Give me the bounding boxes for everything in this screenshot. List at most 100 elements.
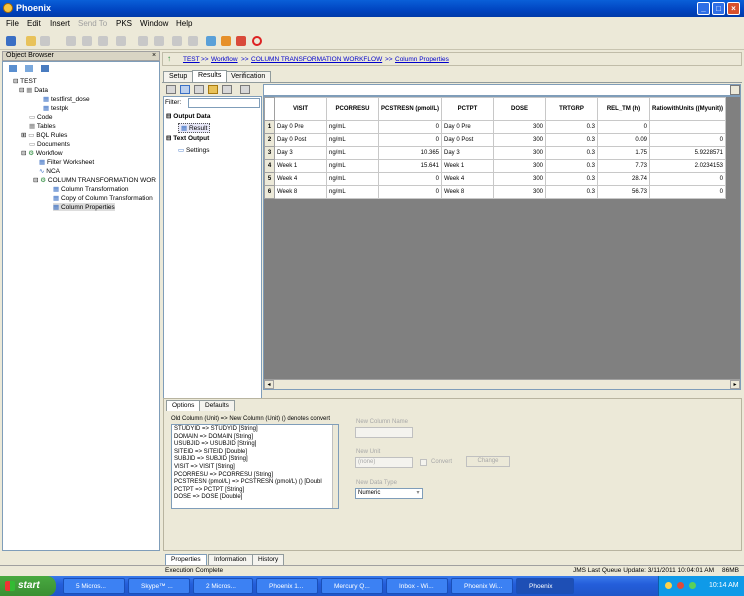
run-icon[interactable] [236, 36, 246, 46]
cell-visit[interactable]: Day 0 Post [274, 133, 327, 147]
horizontal-scrollbar[interactable]: ◂ ▸ [264, 379, 740, 389]
breadcrumb-workflow[interactable]: Workflow [211, 56, 238, 63]
cell-ratio[interactable]: 0 [649, 133, 726, 147]
menu-edit[interactable]: Edit [27, 19, 41, 28]
tree-item-testfirst-dose[interactable]: ▦ testfirst_dose [43, 95, 90, 103]
tree-item-bql-rules[interactable]: ⊞ ▭ BQL Rules [21, 131, 67, 139]
results-output-data[interactable]: ⊟ Output Data [166, 112, 210, 120]
list-item[interactable]: SUBJID => SUBJID [String] [174, 456, 336, 464]
cell-pcorresu[interactable]: ng/mL [326, 120, 379, 134]
tree-item-workflow[interactable]: ⊟ ⚙ Workflow [21, 149, 63, 157]
corner-cell[interactable] [264, 97, 275, 121]
tab-verification[interactable]: Verification [225, 71, 272, 82]
print-icon[interactable] [222, 85, 232, 94]
list-view-icon[interactable] [166, 85, 176, 94]
cell-pcorresu[interactable]: ng/mL [326, 146, 379, 160]
browser-tool-icon[interactable] [41, 65, 49, 72]
column-header[interactable]: RatiowithUnits ((Myunit)) [649, 97, 726, 121]
start-button[interactable]: start [0, 576, 56, 596]
paste-icon[interactable] [98, 36, 108, 46]
cell-rel-tm[interactable]: 0.09 [597, 133, 650, 147]
column-header[interactable]: PCTPT [441, 97, 494, 121]
redo-icon[interactable] [154, 36, 164, 46]
list-item[interactable]: PCSTRESN (pmol/L) => PCSTRESN (pmol/L) (… [174, 479, 336, 487]
tab-defaults[interactable]: Defaults [199, 400, 235, 411]
cell-dose[interactable]: 300 [493, 172, 546, 186]
print-icon[interactable] [40, 36, 50, 46]
list-item[interactable]: VISIT => VISIT [String] [174, 464, 336, 472]
cell-pcstresn[interactable]: 10.365 [378, 146, 442, 160]
cell-trtgrp[interactable]: 0.3 [545, 146, 598, 160]
copy-icon[interactable] [82, 36, 92, 46]
cell-pcstresn[interactable]: 0 [378, 185, 442, 199]
menu-help[interactable]: Help [176, 19, 192, 28]
tree-item-column-transformation[interactable]: ▦ Column Transformation [53, 185, 129, 193]
cell-ratio[interactable]: 0 [649, 172, 726, 186]
up-arrow-icon[interactable]: ↑ [167, 54, 171, 63]
row-number[interactable]: 4 [264, 159, 275, 173]
row-number[interactable]: 2 [264, 133, 275, 147]
menu-window[interactable]: Window [140, 19, 168, 28]
find-icon[interactable] [188, 36, 198, 46]
taskbar-item[interactable]: Phoenix Wi... [451, 578, 513, 594]
cell-pcstresn[interactable]: 0 [378, 133, 442, 147]
tree-item-data[interactable]: ⊟ ▦ Data [19, 86, 48, 94]
menu-file[interactable]: File [6, 19, 19, 28]
minimize-button[interactable]: _ [697, 2, 710, 15]
cell-pcstresn[interactable]: 0 [378, 172, 442, 186]
column-header[interactable]: VISIT [274, 97, 327, 121]
cell-visit[interactable]: Week 1 [274, 159, 327, 173]
cell-pcorresu[interactable]: ng/mL [326, 159, 379, 173]
cell-trtgrp[interactable]: 0.3 [545, 185, 598, 199]
delete-icon[interactable] [172, 36, 182, 46]
list-item[interactable]: DOMAIN => DOMAIN [String] [174, 434, 336, 442]
cell-pctpt[interactable]: Week 8 [441, 185, 494, 199]
cell-visit[interactable]: Week 8 [274, 185, 327, 199]
breadcrumb-test[interactable]: TEST [183, 56, 200, 63]
tab-properties[interactable]: Properties [165, 554, 207, 565]
row-number[interactable]: 3 [264, 146, 275, 160]
list-item[interactable]: SITEID => SITEID [Double] [174, 449, 336, 457]
grid-view-icon[interactable] [180, 85, 190, 94]
breadcrumb-column-transformation-workflow[interactable]: COLUMN TRANSFORMATION WORKFLOW [251, 56, 382, 63]
tree-item-tables[interactable]: ▦ Tables [29, 122, 56, 130]
cell-ratio[interactable]: 2.0234153 [649, 159, 726, 173]
execute-icon[interactable] [221, 36, 231, 46]
scroll-left-icon[interactable]: ◂ [264, 380, 274, 389]
cell-pcorresu[interactable]: ng/mL [326, 185, 379, 199]
taskbar-item[interactable]: 2 Micros... [193, 578, 253, 594]
export-icon[interactable] [208, 85, 218, 94]
row-number[interactable]: 6 [264, 185, 275, 199]
undo-icon[interactable] [138, 36, 148, 46]
tree-item-testpk[interactable]: ▦ testpk [43, 104, 68, 112]
cell-pcorresu[interactable]: ng/mL [326, 133, 379, 147]
column-header[interactable]: DOSE [493, 97, 546, 121]
cell-ratio[interactable] [649, 120, 726, 134]
taskbar-item[interactable]: Mercury Q... [321, 578, 383, 594]
close-button[interactable]: × [727, 2, 740, 15]
save-icon[interactable] [6, 36, 16, 46]
list-item[interactable]: STUDYID => STUDYID [String] [174, 426, 336, 434]
cell-pctpt[interactable]: Week 4 [441, 172, 494, 186]
cell-pctpt[interactable]: Week 1 [441, 159, 494, 173]
cell-pctpt[interactable]: Day 0 Post [441, 133, 494, 147]
list-item[interactable]: USUBJID => USUBJID [String] [174, 441, 336, 449]
cell-trtgrp[interactable]: 0.3 [545, 159, 598, 173]
breadcrumb-column-properties[interactable]: Column Properties [395, 56, 449, 63]
maximize-button[interactable]: □ [712, 2, 725, 15]
tray-icon[interactable] [677, 582, 684, 589]
cell-trtgrp[interactable]: 0.3 [545, 120, 598, 134]
menu-pks[interactable]: PKS [116, 19, 132, 28]
tree-item-filter-worksheet[interactable]: ▦ Filter Worksheet [39, 158, 94, 166]
taskbar-item[interactable]: Inbox - Wi... [386, 578, 448, 594]
column-header[interactable]: PCORRESU [326, 97, 379, 121]
tab-history[interactable]: History [252, 554, 285, 565]
cell-pctpt[interactable]: Day 3 [441, 146, 494, 160]
row-number[interactable]: 5 [264, 172, 275, 186]
list-item[interactable]: PCORRESU => PCORRESU [String] [174, 472, 336, 480]
tree-item-nca[interactable]: ∿ NCA [39, 167, 60, 175]
tab-options[interactable]: Options [166, 400, 201, 411]
cell-visit[interactable]: Day 3 [274, 146, 327, 160]
cell-dose[interactable]: 300 [493, 133, 546, 147]
browser-tool-icon[interactable] [9, 65, 17, 72]
